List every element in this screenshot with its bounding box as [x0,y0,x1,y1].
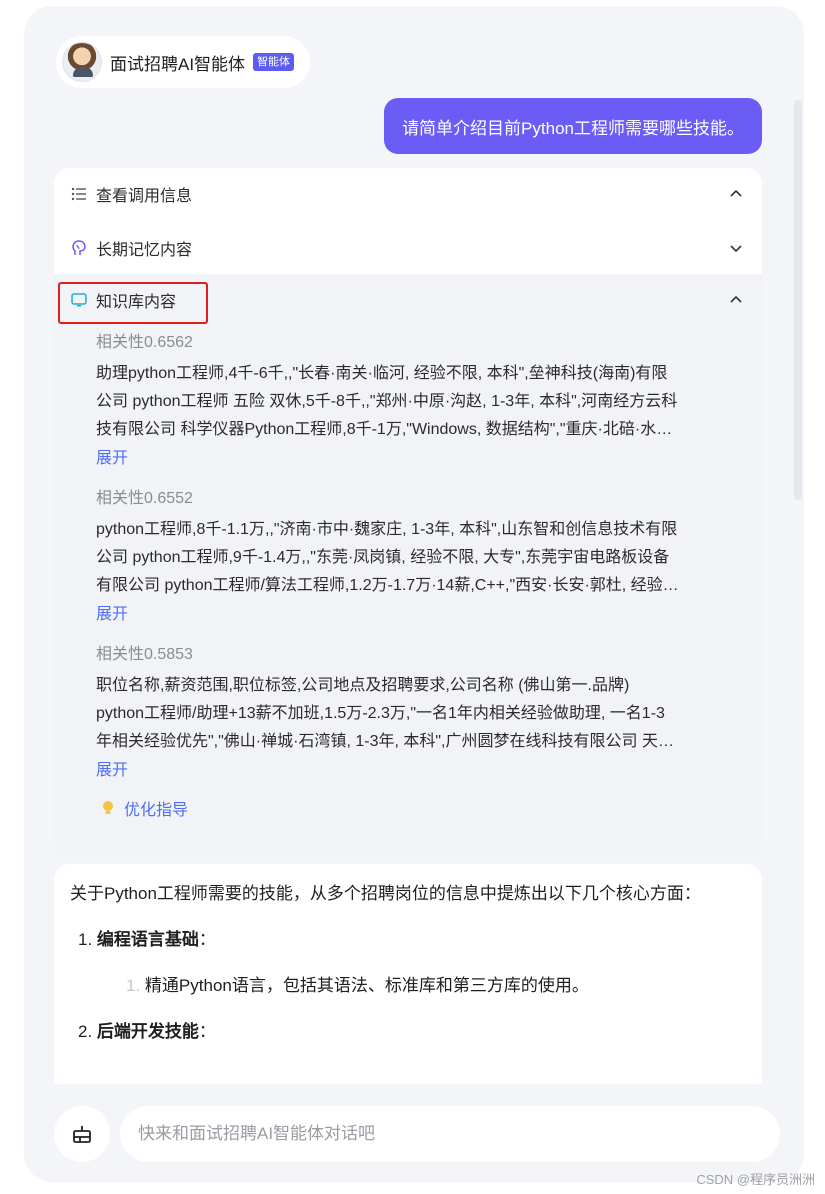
knowledge-text: 职位名称,薪资范围,职位标签,公司地点及招聘要求,公司名称 (佛山第一.品牌) … [96,672,736,756]
list-icon [71,187,86,201]
optimize-guide-label: 优化指导 [124,802,189,819]
answer-point: 2. 后端开发技能： [70,1016,746,1048]
relevance-score: 相关性0.5853 [96,646,193,663]
expand-link[interactable]: 展开 [96,446,736,472]
chevron-down-icon[interactable] [728,240,744,256]
chat-input-bar [54,1106,784,1164]
knowledge-item: 相关性0.6562 助理python工程师,4千-6千,,"长春·南关·临河, … [96,330,736,472]
brain-icon [72,240,86,255]
knowledge-line: 助理python工程师,4千-6千,,"长春·南关·临河, 经验不限, 本科",… [96,365,668,382]
knowledge-line: 有限公司 python工程师/算法工程师,1.2万-1.7万·14薪,C++,"… [96,577,679,594]
relevance-score: 相关性0.6562 [96,334,193,351]
punctuation: ： [198,1022,216,1041]
memory-row[interactable]: 长期记忆内容 [54,222,762,274]
knowledge-line: 技有限公司 科学仪器Python工程师,8千-1万,"Windows, 数据结构… [96,421,673,438]
knowledge-text: 助理python工程师,4千-6千,,"长春·南关·临河, 经验不限, 本科",… [96,360,736,444]
memory-label: 长期记忆内容 [96,242,193,259]
call-info-label: 查看调用信息 [96,188,193,205]
answer-point-title: 编程语言基础 [96,930,199,949]
answer-point-title: 后端开发技能 [96,1022,199,1041]
chat-scrollbar[interactable] [794,100,804,1080]
chat-scrollbar-thumb[interactable] [794,100,802,500]
monitor-icon [71,293,87,307]
agent-header[interactable]: 面试招聘AI智能体 智能体 [56,36,311,88]
answer-subpoint: 1. 精通Python语言，包括其语法、标准库和第三方库的使用。 [70,970,746,1002]
answer-intro: 关于Python工程师需要的技能，从多个招聘岗位的信息中提炼出以下几个核心方面： [70,884,701,903]
knowledge-label: 知识库内容 [96,294,177,311]
punctuation: ： [198,930,216,949]
watermark: CSDN @程序员洲洲 [696,1172,815,1187]
answer-subpoint-text: 精通Python语言，包括其语法、标准库和第三方库的使用。 [144,976,589,995]
knowledge-section: 知识库内容 相关性0.6562 助理python工程师,4千-6千,,"长春·南… [54,274,762,856]
knowledge-text: python工程师,8千-1.1万,,"济南·市中·魏家庄, 1-3年, 本科"… [96,516,736,600]
agent-name: 面试招聘AI智能体 [110,54,246,74]
expand-link[interactable]: 展开 [96,758,736,784]
expand-link[interactable]: 展开 [96,602,736,628]
relevance-score: 相关性0.6552 [96,490,193,507]
user-message-text: 请简单介绍目前Python工程师需要哪些技能。 [402,118,744,138]
knowledge-line: python工程师/助理+13薪不加班,1.5万-2.3万,"一名1年内相关经验… [96,705,665,722]
knowledge-line: 年相关经验优先","佛山·禅城·石湾镇, 1-3年, 本科",广州圆梦在线科技有… [96,733,674,750]
knowledge-line: 公司 python工程师,9千-1.4万,,"东莞·凤岗镇, 经验不限, 大专"… [96,549,670,566]
retrieval-info-panel: 查看调用信息 长期记忆内容 知识库内容 相关性0.6562 助理python工程… [54,168,762,856]
knowledge-item: 相关性0.5853 职位名称,薪资范围,职位标签,公司地点及招聘要求,公司名称 … [96,642,736,784]
list-number: 2. [78,1022,93,1041]
optimize-guide-link[interactable]: 优化指导 [100,796,188,820]
list-number: 1. [126,976,141,995]
knowledge-line: 职位名称,薪资范围,职位标签,公司地点及招聘要求,公司名称 (佛山第一.品牌) [96,677,630,694]
knowledge-line: python工程师,8千-1.1万,,"济南·市中·魏家庄, 1-3年, 本科"… [96,521,678,538]
call-info-row[interactable]: 查看调用信息 [54,168,762,220]
agent-switch-button[interactable] [54,1106,110,1162]
agent-avatar [62,42,102,82]
chevron-up-icon[interactable] [728,186,744,202]
assistant-answer: 关于Python工程师需要的技能，从多个招聘岗位的信息中提炼出以下几个核心方面：… [54,864,762,1084]
chevron-up-icon[interactable] [728,292,744,308]
knowledge-item: 相关性0.6552 python工程师,8千-1.1万,,"济南·市中·魏家庄,… [96,486,736,628]
knowledge-line: 公司 python工程师 五险 双休,5千-8千,,"郑州·中原·沟赵, 1-3… [96,393,678,410]
chat-input[interactable] [120,1106,780,1162]
lightbulb-icon [103,801,113,814]
knowledge-row[interactable]: 知识库内容 [54,274,762,326]
user-message-bubble: 请简单介绍目前Python工程师需要哪些技能。 [384,98,762,154]
chat-app: 面试招聘AI智能体 智能体 请简单介绍目前Python工程师需要哪些技能。 查看… [24,6,804,1182]
agent-badge: 智能体 [253,53,295,71]
answer-point: 1. 编程语言基础： [70,924,746,956]
list-number: 1. [78,930,93,949]
robot-icon [73,1126,91,1143]
